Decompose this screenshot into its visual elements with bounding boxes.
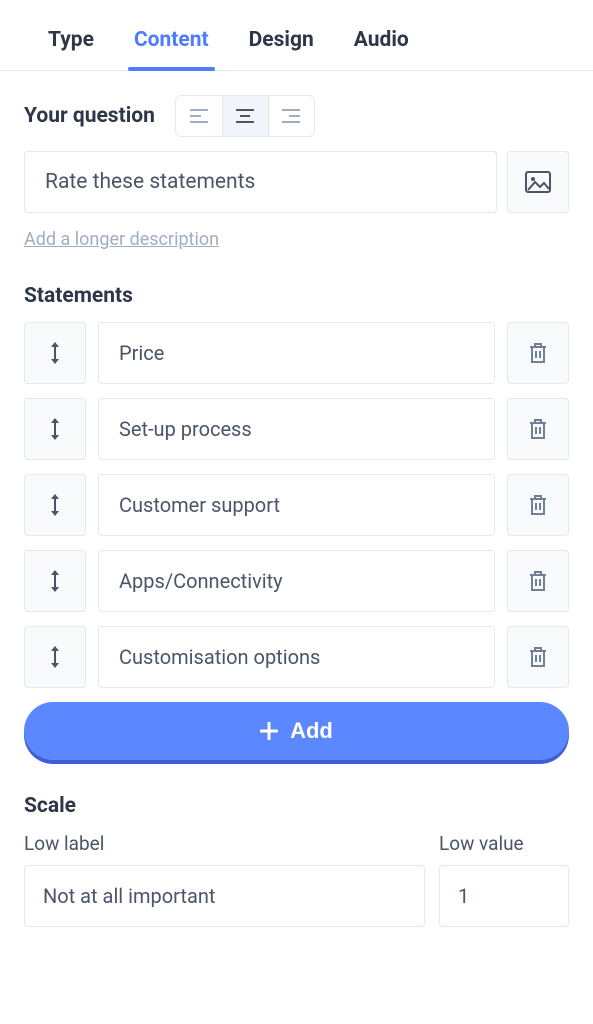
- add-image-button[interactable]: [507, 151, 569, 213]
- trash-icon: [528, 494, 548, 516]
- add-statement-button[interactable]: Add: [24, 702, 569, 760]
- trash-icon: [528, 342, 548, 364]
- delete-statement-button[interactable]: [507, 550, 569, 612]
- drag-handle[interactable]: [24, 550, 86, 612]
- statement-row: [24, 474, 569, 536]
- tab-design[interactable]: Design: [249, 28, 314, 70]
- delete-statement-button[interactable]: [507, 322, 569, 384]
- low-label-input[interactable]: [24, 865, 425, 927]
- alignment-group: [175, 95, 315, 137]
- low-value-caption: Low value: [439, 832, 569, 855]
- add-description-link[interactable]: Add a longer description: [24, 229, 219, 250]
- drag-handle-icon: [48, 569, 62, 593]
- statement-input[interactable]: [98, 322, 495, 384]
- statement-row: [24, 626, 569, 688]
- delete-statement-button[interactable]: [507, 398, 569, 460]
- add-button-label: Add: [290, 718, 333, 744]
- drag-handle-icon: [48, 417, 62, 441]
- drag-handle[interactable]: [24, 626, 86, 688]
- align-left-button[interactable]: [176, 96, 222, 136]
- image-icon: [525, 171, 551, 193]
- drag-handle-icon: [48, 493, 62, 517]
- statement-row: [24, 550, 569, 612]
- tab-audio[interactable]: Audio: [354, 28, 409, 70]
- statements-list: [24, 322, 569, 688]
- question-label: Your question: [24, 104, 155, 128]
- drag-handle[interactable]: [24, 398, 86, 460]
- plus-icon: [260, 722, 278, 740]
- statement-input[interactable]: [98, 626, 495, 688]
- trash-icon: [528, 646, 548, 668]
- trash-icon: [528, 570, 548, 592]
- low-value-input[interactable]: [439, 865, 569, 927]
- align-right-icon: [281, 108, 301, 124]
- align-left-icon: [189, 108, 209, 124]
- low-label-caption: Low label: [24, 832, 425, 855]
- tabs: Type Content Design Audio: [0, 0, 593, 71]
- trash-icon: [528, 418, 548, 440]
- delete-statement-button[interactable]: [507, 474, 569, 536]
- question-input[interactable]: [24, 151, 497, 213]
- align-right-button[interactable]: [268, 96, 314, 136]
- tab-type[interactable]: Type: [48, 28, 94, 70]
- drag-handle-icon: [48, 645, 62, 669]
- statement-input[interactable]: [98, 398, 495, 460]
- drag-handle[interactable]: [24, 322, 86, 384]
- statement-input[interactable]: [98, 550, 495, 612]
- align-center-icon: [235, 108, 255, 124]
- drag-handle-icon: [48, 341, 62, 365]
- statement-input[interactable]: [98, 474, 495, 536]
- statement-row: [24, 322, 569, 384]
- drag-handle[interactable]: [24, 474, 86, 536]
- statements-label: Statements: [24, 284, 569, 308]
- scale-label: Scale: [24, 794, 569, 818]
- tab-content[interactable]: Content: [134, 28, 209, 70]
- delete-statement-button[interactable]: [507, 626, 569, 688]
- statement-row: [24, 398, 569, 460]
- align-center-button[interactable]: [222, 96, 268, 136]
